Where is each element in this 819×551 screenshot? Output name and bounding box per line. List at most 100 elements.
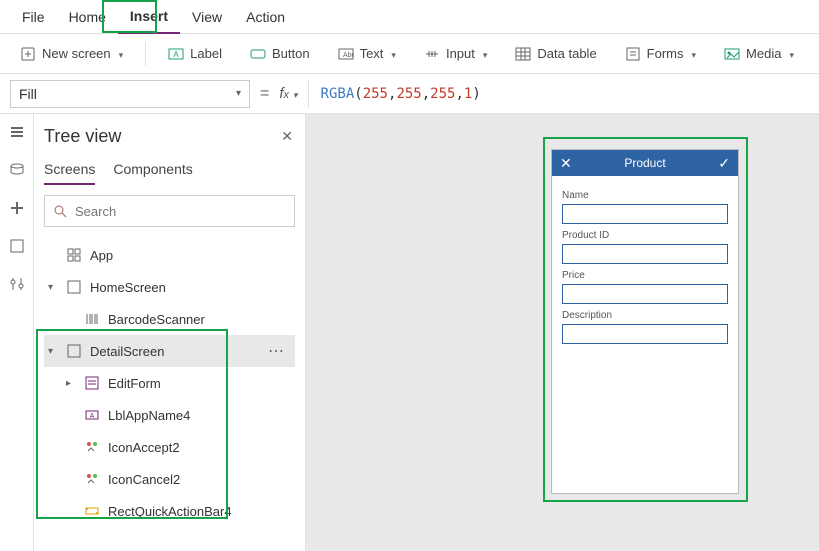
fx-button[interactable]: fx (279, 85, 297, 102)
chevron-down-icon (289, 85, 298, 102)
menubar: File Home Insert View Action (0, 0, 819, 34)
ribbon-forms[interactable]: Forms (615, 42, 706, 66)
input-icon (424, 46, 440, 62)
phone-preview[interactable]: ✕ Product ✓ Name Product ID Price Descri… (551, 149, 739, 494)
tree-node-homescreen[interactable]: ▾ HomeScreen (44, 271, 295, 303)
chevron-down-icon (117, 46, 124, 61)
ribbon-button-text: Button (272, 46, 310, 61)
ribbon-media-label: Media (746, 46, 781, 61)
field-label: Name (562, 190, 728, 201)
tree-node-label: EditForm (108, 376, 161, 391)
tree-node-label: HomeScreen (90, 280, 166, 295)
tree-node-iconaccept[interactable]: IconAccept2 (44, 431, 295, 463)
menu-home[interactable]: Home (57, 1, 118, 33)
svg-text:A: A (174, 50, 180, 59)
formula-input[interactable]: RGBA(255, 255, 255, 1) (308, 80, 809, 108)
field-label: Price (562, 270, 728, 281)
accept-icon[interactable]: ✓ (718, 155, 730, 172)
formula-arg: 1 (464, 86, 472, 102)
tree-title: Tree view (44, 126, 295, 147)
ribbon-newscreen[interactable]: New screen (10, 42, 133, 66)
canvas[interactable]: ✕ Product ✓ Name Product ID Price Descri… (306, 114, 819, 551)
tree-node-rectquickaction[interactable]: RectQuickActionBar4 (44, 495, 295, 527)
chevron-down-icon (389, 46, 396, 61)
field-input-productid[interactable] (562, 244, 728, 264)
field-label: Product ID (562, 230, 728, 241)
equals-sign: = (260, 85, 269, 103)
property-name: Fill (19, 86, 37, 102)
button-icon (250, 46, 266, 62)
expander-icon[interactable]: ▾ (48, 346, 58, 357)
ribbon-input[interactable]: Input (414, 42, 497, 66)
tree-node-iconcancel[interactable]: IconCancel2 (44, 463, 295, 495)
icon-control-icon (84, 439, 100, 455)
rail-media-icon[interactable] (7, 236, 27, 256)
chevron-down-icon (690, 46, 697, 61)
tree-node-label: IconAccept2 (108, 440, 180, 455)
tree-tabs: Screens Components (44, 161, 295, 185)
rect-icon (84, 503, 100, 519)
rail-insert-icon[interactable] (7, 198, 27, 218)
menu-insert[interactable]: Insert (118, 0, 180, 34)
ribbon-text[interactable]: Abc Text (328, 42, 406, 66)
formula-function: RGBA (321, 86, 355, 102)
tab-screens[interactable]: Screens (44, 161, 95, 185)
ribbon-forms-label: Forms (647, 46, 684, 61)
rail-data-icon[interactable] (7, 160, 27, 180)
ribbon-text-label: Text (360, 46, 384, 61)
tree-node-label: App (90, 248, 113, 263)
tree-node-barcodescanner[interactable]: BarcodeScanner (44, 303, 295, 335)
tab-components[interactable]: Components (113, 161, 192, 185)
formula-arg: 255 (396, 86, 421, 102)
tree-node-lblappname[interactable]: A LblAppName4 (44, 399, 295, 431)
cancel-icon[interactable]: ✕ (560, 155, 572, 172)
chevron-down-icon (787, 46, 794, 61)
ribbon: New screen A Label Button Abc Text Input… (0, 34, 819, 74)
search-icon (53, 204, 67, 218)
tree-node-label: LblAppName4 (108, 408, 190, 423)
text-icon: Abc (338, 46, 354, 62)
close-icon[interactable]: ✕ (281, 128, 293, 145)
phone-form: Name Product ID Price Description (552, 176, 738, 352)
tree-node-detailscreen[interactable]: ▾ DetailScreen (44, 335, 295, 367)
tree-node-label: BarcodeScanner (108, 312, 205, 327)
formula-bar: Fill ▾ = fx RGBA(255, 255, 255, 1) (0, 74, 819, 114)
field-input-price[interactable] (562, 284, 728, 304)
icon-control-icon (84, 471, 100, 487)
ribbon-input-label: Input (446, 46, 475, 61)
chevron-down-icon (481, 46, 488, 61)
search-input[interactable] (75, 204, 286, 219)
ribbon-button[interactable]: Button (240, 42, 320, 66)
tree-node-app[interactable]: App (44, 239, 295, 271)
chevron-down-icon: ▾ (236, 88, 241, 99)
ribbon-datatable[interactable]: Data table (505, 42, 606, 66)
menu-file[interactable]: File (10, 1, 57, 33)
svg-text:Abc: Abc (343, 52, 354, 59)
formula-arg: 255 (430, 86, 455, 102)
expander-icon[interactable]: ▸ (66, 378, 76, 389)
datatable-icon (515, 46, 531, 62)
ribbon-media[interactable]: Media (714, 42, 804, 66)
field-input-description[interactable] (562, 324, 728, 344)
menu-action[interactable]: Action (234, 1, 297, 33)
search-box[interactable] (44, 195, 295, 227)
ribbon-separator (145, 42, 146, 66)
newscreen-icon (20, 46, 36, 62)
property-selector[interactable]: Fill ▾ (10, 80, 250, 108)
field-label: Description (562, 310, 728, 321)
expander-icon[interactable]: ▾ (48, 282, 58, 293)
field-input-name[interactable] (562, 204, 728, 224)
menu-view[interactable]: View (180, 1, 234, 33)
rail-tree-icon[interactable] (7, 122, 27, 142)
tree-node-editform[interactable]: ▸ EditForm (44, 367, 295, 399)
media-icon (724, 46, 740, 62)
svg-text:A: A (90, 413, 95, 420)
ribbon-label[interactable]: A Label (158, 42, 232, 66)
tree-list: App ▾ HomeScreen BarcodeScanner ▾ Detail… (44, 239, 295, 527)
tree-panel: Tree view ✕ Screens Components App ▾ Hom… (34, 114, 306, 551)
form-icon (84, 375, 100, 391)
barcode-icon (84, 311, 100, 327)
ribbon-newscreen-label: New screen (42, 46, 111, 61)
rail-advanced-icon[interactable] (7, 274, 27, 294)
phone-header: ✕ Product ✓ (552, 150, 738, 176)
